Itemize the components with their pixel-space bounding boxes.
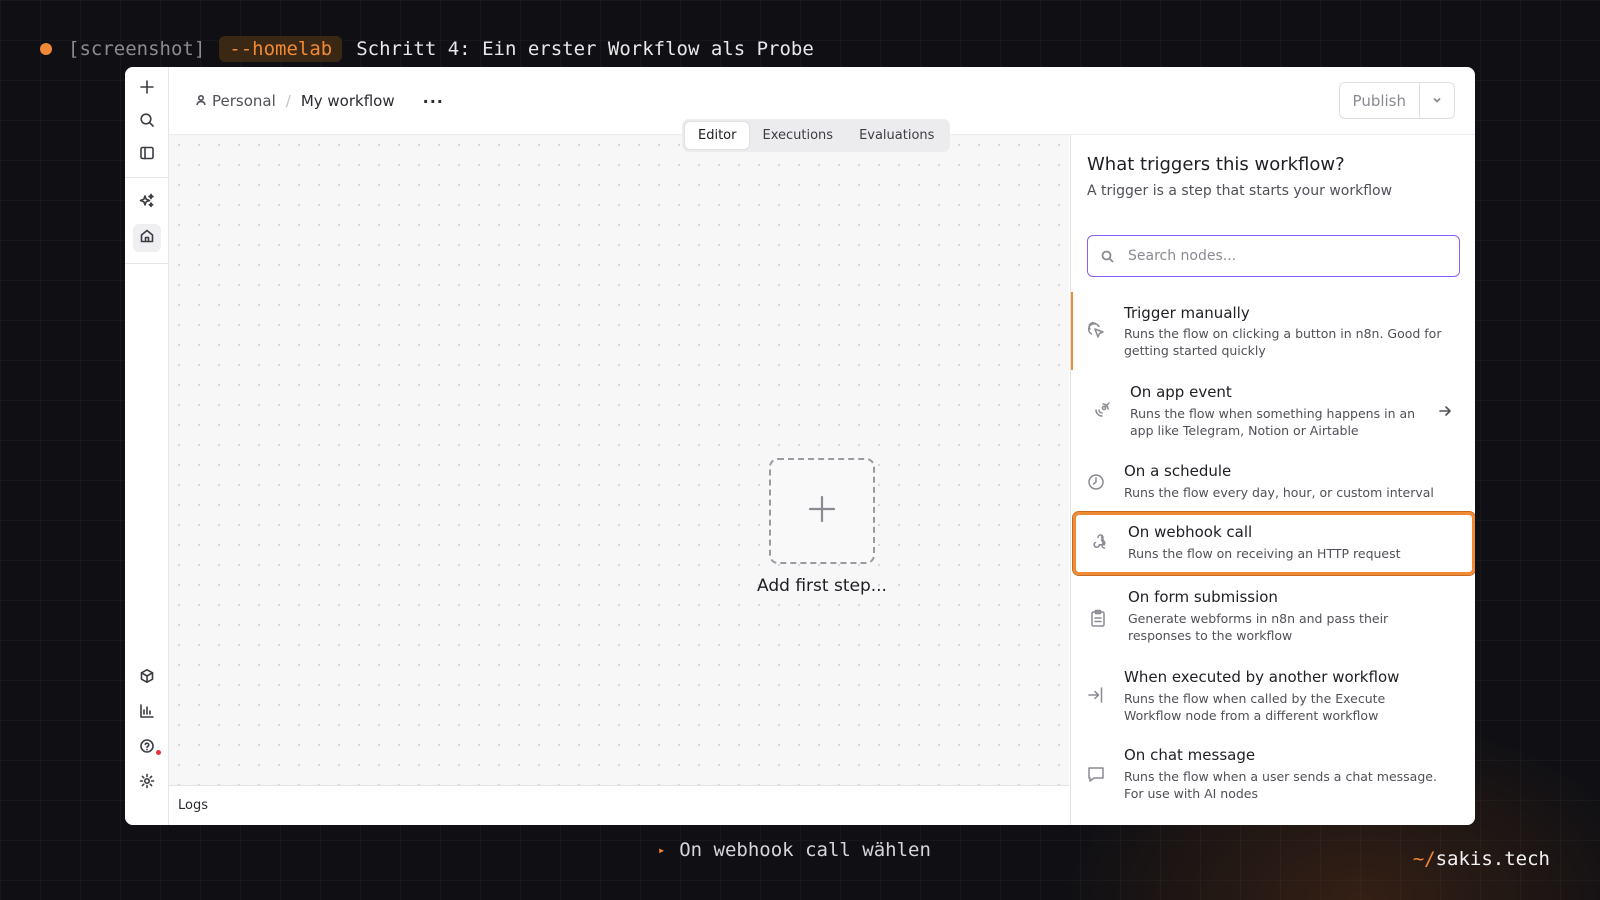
logs-label: Logs: [178, 798, 208, 813]
templates-icon: [139, 668, 155, 688]
clock-icon: [1086, 472, 1108, 494]
trigger-item-desc: Runs the flow when called by the Execute…: [1124, 691, 1386, 723]
add-first-step-button[interactable]: [769, 458, 875, 564]
trigger-item-title: When executed by another workflow: [1124, 668, 1400, 686]
search-field: [1087, 235, 1460, 277]
tab-editor[interactable]: Editor: [685, 122, 750, 149]
search-nodes-input[interactable]: [1128, 244, 1448, 268]
trigger-item-desc: Runs the flow on receiving an HTTP reque…: [1128, 546, 1401, 561]
sidebar-icon: [139, 145, 155, 165]
arrow-right-icon: [1438, 403, 1452, 417]
app-window: Personal / My workflow ··· Publish Edito…: [125, 67, 1475, 825]
publish-button[interactable]: Publish: [1340, 83, 1420, 118]
tab-evaluations[interactable]: Evaluations: [846, 122, 947, 149]
trigger-item-sub-workflow[interactable]: When executed by another workflow Runs t…: [1071, 657, 1475, 735]
left-rail: [125, 67, 169, 825]
trigger-item-webhook[interactable]: On webhook call Runs the flow on receivi…: [1073, 512, 1475, 575]
search-icon: [139, 112, 155, 132]
search-button[interactable]: [133, 108, 161, 136]
trigger-item-title: On webhook call: [1128, 523, 1253, 541]
tab-executions[interactable]: Executions: [749, 122, 846, 149]
help-icon: [139, 738, 155, 758]
brand-prefix: ~/: [1412, 848, 1436, 870]
brand-name: sakis.tech: [1435, 848, 1550, 870]
user-icon: [195, 92, 207, 110]
satellite-icon: [1092, 400, 1114, 422]
templates-button[interactable]: [133, 664, 161, 692]
panel-subtitle: A trigger is a step that starts your wor…: [1087, 183, 1393, 199]
chat-icon: [1086, 764, 1108, 786]
trigger-item-title: On a schedule: [1124, 462, 1232, 480]
screenshot-caption: [screenshot] --homelab Schritt 4: Ein er…: [40, 36, 814, 62]
step-hint: ▸ On webhook call wählen: [658, 839, 931, 861]
trigger-item-chat[interactable]: On chat message Runs the flow when a use…: [1071, 736, 1475, 814]
trigger-item-form[interactable]: On form submission Generate webforms in …: [1071, 578, 1475, 656]
logs-bar[interactable]: Logs: [169, 785, 1069, 825]
brand-logo: ~/sakis.tech: [1413, 848, 1550, 870]
panel-title: What triggers this workflow?: [1087, 154, 1345, 175]
home-icon: [139, 228, 155, 248]
publish-group: Publish: [1338, 82, 1455, 119]
plus-icon: [139, 79, 155, 99]
publish-dropdown-button[interactable]: [1420, 83, 1454, 118]
chevron-down-icon: [1431, 91, 1443, 110]
trigger-item-desc: Runs the flow when something happens in …: [1130, 406, 1416, 438]
status-dot: [40, 43, 52, 55]
gear-icon: [139, 773, 155, 793]
trigger-item-desc: Runs the flow when a user sends a chat m…: [1124, 769, 1437, 801]
view-tabs: Editor Executions Evaluations: [682, 119, 951, 152]
trigger-item-title: On form submission: [1128, 588, 1278, 606]
more-options-button[interactable]: ···: [423, 92, 444, 111]
hint-text: On webhook call wählen: [679, 839, 931, 861]
trigger-item-desc: Runs the flow on clicking a button in n8…: [1124, 326, 1442, 358]
help-button[interactable]: [133, 734, 161, 762]
insights-button[interactable]: [133, 699, 161, 727]
workflow-name[interactable]: My workflow: [301, 92, 395, 110]
rail-divider: [125, 177, 169, 178]
trigger-panel: What triggers this workflow? A trigger i…: [1070, 135, 1475, 825]
trigger-item-title: Trigger manually: [1124, 304, 1250, 322]
trigger-item-desc: Runs the flow every day, hour, or custom…: [1124, 485, 1434, 500]
trigger-item-app-event[interactable]: On app event Runs the flow when somethin…: [1071, 372, 1475, 450]
caption-flag: --homelab: [219, 36, 343, 62]
hint-marker: ▸: [658, 843, 666, 857]
home-button[interactable]: [133, 224, 161, 252]
ai-button[interactable]: [133, 189, 161, 217]
breadcrumb-separator: /: [285, 92, 291, 110]
rail-divider-2: [125, 263, 169, 264]
insights-icon: [139, 703, 155, 723]
breadcrumb-personal[interactable]: Personal: [195, 92, 276, 110]
new-button[interactable]: [133, 75, 161, 103]
notification-dot: [156, 750, 161, 755]
webhook-icon: [1090, 532, 1112, 554]
caption-tag: [screenshot]: [68, 38, 206, 60]
trigger-item-manual[interactable]: Trigger manually Runs the flow on clicki…: [1071, 292, 1475, 370]
sign-in-icon: [1086, 685, 1108, 707]
breadcrumb: Personal / My workflow ···: [195, 89, 444, 113]
add-first-step-label: Add first step...: [757, 576, 887, 596]
sparkles-icon: [139, 193, 155, 213]
clipboard-icon: [1088, 608, 1110, 630]
pointer-click-icon: [1086, 320, 1108, 342]
trigger-item-schedule[interactable]: On a schedule Runs the flow every day, h…: [1071, 453, 1475, 511]
trigger-item-title: On chat message: [1124, 746, 1256, 764]
trigger-item-title: On app event: [1130, 383, 1232, 401]
settings-button[interactable]: [133, 769, 161, 797]
plus-icon: [805, 492, 839, 530]
breadcrumb-personal-label: Personal: [212, 92, 276, 110]
caption-title: Schritt 4: Ein erster Workflow als Probe: [356, 38, 814, 60]
workflow-canvas[interactable]: Editor Executions Evaluations Add first …: [169, 119, 1069, 825]
toggle-sidebar-button[interactable]: [133, 141, 161, 169]
trigger-item-desc: Generate webforms in n8n and pass their …: [1128, 611, 1389, 643]
